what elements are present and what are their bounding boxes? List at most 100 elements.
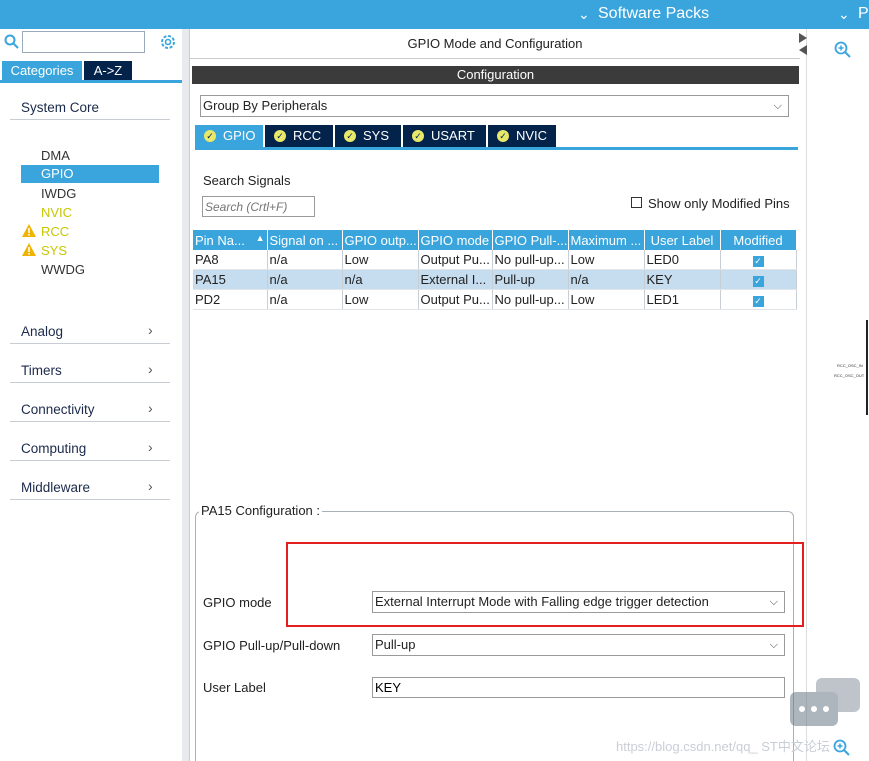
tab-usart[interactable]: ✓ USART xyxy=(403,125,486,147)
category-connectivity[interactable]: Connectivity xyxy=(21,402,95,417)
cell: Output Pu... xyxy=(418,250,493,270)
search-signals-label: Search Signals xyxy=(203,173,291,188)
gpio-pull-label: GPIO Pull-up/Pull-down xyxy=(203,638,341,653)
gpio-table: Pin Na... ▲ Signal on ... GPIO outp... GP… xyxy=(193,230,797,310)
forum-logo-icon xyxy=(790,678,862,734)
modified-checkbox[interactable]: ✓ xyxy=(752,256,764,267)
tab-gpio[interactable]: ✓ GPIO xyxy=(195,125,263,147)
category-search-input[interactable] xyxy=(22,31,145,53)
check-icon: ✓ xyxy=(274,130,286,142)
show-modified-checkbox[interactable] xyxy=(631,197,642,208)
tab-rcc[interactable]: ✓ RCC xyxy=(265,125,333,147)
cell: LED0 xyxy=(644,250,721,270)
sidebar-item-iwdg[interactable]: IWDG xyxy=(41,186,76,201)
category-panel xyxy=(0,29,182,761)
panel-splitter[interactable] xyxy=(182,29,190,761)
group-by-select[interactable]: Group By Peripherals ⌵ xyxy=(200,95,789,117)
collapse-arrow-icon[interactable] xyxy=(799,31,807,55)
sidebar-item-gpio-selected[interactable]: GPIO xyxy=(21,165,159,183)
pin-config-title: PA15 Configuration : xyxy=(199,503,322,518)
chevron-down-icon[interactable]: ⌄ xyxy=(578,6,590,23)
tab-label: USART xyxy=(431,128,475,143)
sidebar-item-nvic[interactable]: NVIC xyxy=(41,205,72,220)
show-modified-label: Show only Modified Pins xyxy=(648,196,790,211)
header-label: Pin Na... xyxy=(195,232,245,248)
cell: n/a xyxy=(267,250,343,270)
sidebar-item-label: GPIO xyxy=(41,166,74,181)
category-system-core[interactable]: System Core xyxy=(21,100,99,115)
chevron-right-icon[interactable]: › xyxy=(148,361,153,377)
check-icon: ✓ xyxy=(497,130,509,142)
category-computing[interactable]: Computing xyxy=(21,441,86,456)
check-icon: ✓ xyxy=(204,130,216,142)
pinout-menu-truncated[interactable]: P xyxy=(858,5,869,23)
tab-nvic[interactable]: ✓ NVIC xyxy=(488,125,556,147)
modified-cell: ✓ xyxy=(720,289,797,310)
table-row-selected[interactable]: PA15 n/a n/a External I... Pull-up n/a K… xyxy=(193,269,797,290)
group-by-value: Group By Peripherals xyxy=(203,98,328,113)
cell: Low xyxy=(342,250,419,270)
modified-checkbox[interactable]: ✓ xyxy=(752,276,764,287)
watermark: https://blog.csdn.net/qq_ ST中文论坛 xyxy=(616,739,830,754)
search-icon[interactable] xyxy=(4,34,20,50)
pinout-view xyxy=(806,29,869,761)
tab-a-to-z[interactable]: A->Z xyxy=(84,61,132,80)
cell: Output Pu... xyxy=(418,289,493,310)
cell: PD2 xyxy=(193,289,268,310)
check-icon: ✓ xyxy=(344,130,356,142)
tab-categories[interactable]: Categories xyxy=(2,61,82,80)
chevron-right-icon[interactable]: › xyxy=(148,478,153,494)
col-gpio-pull[interactable]: GPIO Pull-... xyxy=(492,230,569,250)
tab-label: NVIC xyxy=(516,128,548,143)
software-packs-menu[interactable]: Software Packs xyxy=(598,5,709,23)
gear-icon[interactable] xyxy=(159,33,177,51)
col-gpio-output[interactable]: GPIO outp... xyxy=(342,230,419,250)
top-bar: ⌄ Software Packs ⌄ P xyxy=(0,0,869,29)
modified-cell: ✓ xyxy=(720,250,797,270)
col-gpio-mode[interactable]: GPIO mode xyxy=(418,230,493,250)
cell: Low xyxy=(568,250,645,270)
sidebar-item-wwdg[interactable]: WWDG xyxy=(41,262,85,277)
cell: n/a xyxy=(267,289,343,310)
divider xyxy=(10,119,170,120)
warning-icon xyxy=(22,243,36,256)
gpio-pull-select[interactable]: Pull-up ⌵ xyxy=(372,634,785,656)
cell: PA15 xyxy=(193,269,268,290)
user-label-label: User Label xyxy=(203,680,266,695)
configuration-bar: Configuration xyxy=(192,66,799,84)
category-middleware[interactable]: Middleware xyxy=(21,480,90,495)
sidebar-item-dma[interactable]: DMA xyxy=(41,148,70,163)
annotation-highlight-box xyxy=(286,542,804,627)
user-label-input[interactable] xyxy=(372,677,785,698)
category-analog[interactable]: Analog xyxy=(21,324,63,339)
col-signal[interactable]: Signal on ... xyxy=(267,230,343,250)
zoom-in-icon[interactable] xyxy=(833,40,853,60)
chevron-down-icon: ⌵ xyxy=(769,639,778,651)
table-row[interactable]: PA8 n/a Low Output Pu... No pull-up... L… xyxy=(193,250,797,270)
chevron-right-icon[interactable]: › xyxy=(148,439,153,455)
divider xyxy=(10,382,170,383)
col-max-speed[interactable]: Maximum ... xyxy=(568,230,645,250)
chevron-down-icon[interactable]: ⌄ xyxy=(838,6,850,23)
sidebar-item-sys[interactable]: SYS xyxy=(41,243,67,258)
col-pin-name[interactable]: Pin Na... ▲ xyxy=(193,230,268,250)
search-signals-input[interactable] xyxy=(202,196,315,217)
tab-label: SYS xyxy=(363,128,390,143)
col-user-label[interactable]: User Label xyxy=(644,230,721,250)
table-row[interactable]: PD2 n/a Low Output Pu... No pull-up... L… xyxy=(193,289,797,310)
cell: No pull-up... xyxy=(492,250,569,270)
zoom-in-icon[interactable] xyxy=(832,738,852,758)
chevron-down-icon: ⌵ xyxy=(773,100,782,112)
col-modified[interactable]: Modified xyxy=(720,230,797,250)
warning-icon xyxy=(22,224,36,237)
divider xyxy=(10,343,170,344)
tab-sys[interactable]: ✓ SYS xyxy=(335,125,401,147)
sidebar-item-rcc[interactable]: RCC xyxy=(41,224,69,239)
chevron-right-icon[interactable]: › xyxy=(148,322,153,338)
cell: n/a xyxy=(267,269,343,290)
chevron-right-icon[interactable]: › xyxy=(148,400,153,416)
sort-icon: ▲ xyxy=(255,232,265,243)
tab-label: GPIO xyxy=(223,128,256,143)
modified-checkbox[interactable]: ✓ xyxy=(752,296,764,307)
category-timers[interactable]: Timers xyxy=(21,363,62,378)
